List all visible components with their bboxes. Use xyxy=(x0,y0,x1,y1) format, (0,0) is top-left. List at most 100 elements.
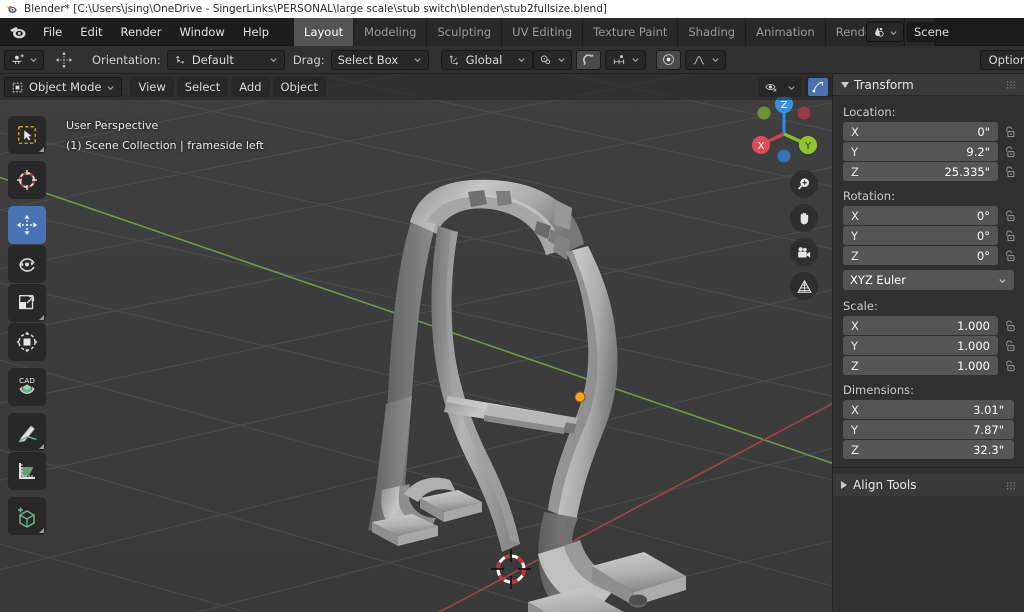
location-fields: X 0" Y 9.2" Z 25.335" xyxy=(843,122,1016,181)
rotation-y-field[interactable]: Y 0° xyxy=(843,226,998,245)
transform-orientation-dropdown[interactable]: Global xyxy=(440,49,533,70)
tab-texture-paint[interactable]: Texture Paint xyxy=(583,17,678,46)
transform-gizmo-button[interactable] xyxy=(48,50,80,70)
viewport-menu-add[interactable]: Add xyxy=(231,77,270,97)
scene-name-field[interactable]: Scene xyxy=(906,22,1024,42)
scene-browse-button[interactable] xyxy=(866,22,904,42)
tab-animation[interactable]: Animation xyxy=(746,17,825,46)
topbar: File Edit Render Window Help Layout Mode… xyxy=(0,17,1024,46)
align-tools-panel-header[interactable]: Align Tools xyxy=(833,474,1024,496)
location-z-field[interactable]: Z 25.335" xyxy=(843,162,998,181)
transform-panel-header[interactable]: Transform xyxy=(833,74,1024,96)
tool-rotate[interactable] xyxy=(8,245,46,283)
falloff-dropdown[interactable] xyxy=(684,49,726,70)
viewport-menu-object[interactable]: Object xyxy=(272,77,326,97)
unlocked-padlock-icon[interactable] xyxy=(1003,339,1016,352)
scale-label: Scale: xyxy=(843,299,878,313)
axis-label: Y xyxy=(851,422,859,437)
rotation-x-row: X 0° xyxy=(843,206,1016,225)
unlocked-padlock-icon[interactable] xyxy=(1003,145,1016,158)
menu-file[interactable]: File xyxy=(34,22,71,42)
tool-annotate[interactable] xyxy=(8,413,46,451)
orientation-dropdown[interactable]: Default xyxy=(166,49,285,70)
location-x-field[interactable]: X 0" xyxy=(843,122,998,141)
3d-cursor-icon xyxy=(17,170,37,190)
tab-layout[interactable]: Layout xyxy=(294,17,354,46)
pivot-point-icon xyxy=(540,54,550,64)
active-tool-button[interactable] xyxy=(4,49,44,70)
move-arrows-icon xyxy=(17,215,37,235)
tool-scale[interactable] xyxy=(8,284,46,322)
tool-tweak-select[interactable] xyxy=(8,116,46,154)
viewport-menu-view[interactable]: View xyxy=(130,77,174,97)
gizmo-z-label: Z xyxy=(781,100,788,111)
pivot-point-dropdown[interactable] xyxy=(532,49,572,70)
move-view-button[interactable] xyxy=(790,204,818,232)
tool-transform[interactable] xyxy=(8,323,46,361)
show-gizmo-toggle[interactable] xyxy=(808,78,828,96)
object-visibility-button[interactable] xyxy=(761,78,781,96)
rotation-z-field[interactable]: Z 0° xyxy=(843,246,998,265)
scale-x-field[interactable]: X 1.000 xyxy=(843,316,998,335)
tab-modeling[interactable]: Modeling xyxy=(354,17,427,46)
pencil-annotate-icon xyxy=(18,425,37,443)
visibility-group xyxy=(758,77,802,97)
interaction-mode-dropdown[interactable]: Object Mode xyxy=(4,77,123,97)
unlocked-padlock-icon[interactable] xyxy=(1003,125,1016,138)
snap-settings-dropdown[interactable] xyxy=(604,49,646,70)
tool-measure[interactable] xyxy=(8,452,46,490)
tab-sculpting[interactable]: Sculpting xyxy=(427,17,502,46)
scale-z-field[interactable]: Z 1.000 xyxy=(843,356,998,375)
rotation-mode-dropdown[interactable]: XYZ Euler xyxy=(843,270,1014,290)
tool-cursor[interactable] xyxy=(8,161,46,199)
tab-shading[interactable]: Shading xyxy=(678,17,746,46)
dimensions-x-field[interactable]: X 3.01" xyxy=(843,400,1014,419)
measure-ruler-icon xyxy=(19,463,35,479)
rotation-x-field[interactable]: X 0° xyxy=(843,206,998,225)
visibility-dropdown[interactable] xyxy=(783,78,799,96)
chevron-down-icon xyxy=(999,278,1006,283)
workspace-tabs: Layout Modeling Sculpting UV Editing Tex… xyxy=(294,17,934,46)
location-y-field[interactable]: Y 9.2" xyxy=(843,142,998,161)
unlocked-padlock-icon[interactable] xyxy=(1003,249,1016,262)
blender-app-icon[interactable] xyxy=(8,22,28,42)
dimensions-y-field[interactable]: Y 7.87" xyxy=(843,420,1014,439)
camera-view-button[interactable] xyxy=(790,238,818,266)
proportional-edit-toggle[interactable] xyxy=(655,49,681,70)
menu-window[interactable]: Window xyxy=(170,22,233,42)
toggle-perspective-button[interactable] xyxy=(790,272,818,300)
menu-edit[interactable]: Edit xyxy=(71,22,111,42)
visibility-eye-icon xyxy=(765,83,777,92)
unlocked-padlock-icon[interactable] xyxy=(1003,229,1016,242)
transform-orientation-value: Global xyxy=(465,52,503,67)
unlocked-padlock-icon[interactable] xyxy=(1003,319,1016,332)
object-mode-icon xyxy=(12,82,23,92)
panel-drag-grip-icon[interactable] xyxy=(1006,481,1016,490)
tool-add-cube[interactable] xyxy=(8,497,46,535)
menu-render[interactable]: Render xyxy=(112,22,171,42)
transform-panel-title: Transform xyxy=(854,77,914,92)
unlocked-padlock-icon[interactable] xyxy=(1003,165,1016,178)
viewport-menu-select[interactable]: Select xyxy=(176,77,229,97)
dimensions-z-field[interactable]: Z 32.3" xyxy=(843,440,1014,459)
transform-gizmo-icon xyxy=(56,51,72,68)
zoom-view-button[interactable] xyxy=(790,170,818,198)
chevron-down-icon xyxy=(841,81,849,88)
snap-toggle-button[interactable] xyxy=(575,49,601,70)
tool-cad-transform[interactable]: CAD xyxy=(8,368,46,406)
panel-drag-grip-icon[interactable] xyxy=(1006,80,1016,89)
tool-group-select xyxy=(8,116,46,154)
options-button[interactable]: Option xyxy=(979,49,1024,70)
tool-move[interactable] xyxy=(8,206,46,244)
unlocked-padlock-icon[interactable] xyxy=(1003,359,1016,372)
menu-help[interactable]: Help xyxy=(234,22,278,42)
window-titlebar: Blender* [C:\Users\jsing\OneDrive - Sing… xyxy=(0,0,1024,18)
location-z-row: Z 25.335" xyxy=(843,162,1016,181)
drag-dropdown[interactable]: Select Box xyxy=(330,49,429,70)
tool-group-annotate xyxy=(8,413,46,490)
scale-y-field[interactable]: Y 1.000 xyxy=(843,336,998,355)
chevron-down-icon xyxy=(30,58,37,63)
tab-uv-editing[interactable]: UV Editing xyxy=(502,17,583,46)
unlocked-padlock-icon[interactable] xyxy=(1003,209,1016,222)
rotation-x-value: 0° xyxy=(976,208,990,223)
